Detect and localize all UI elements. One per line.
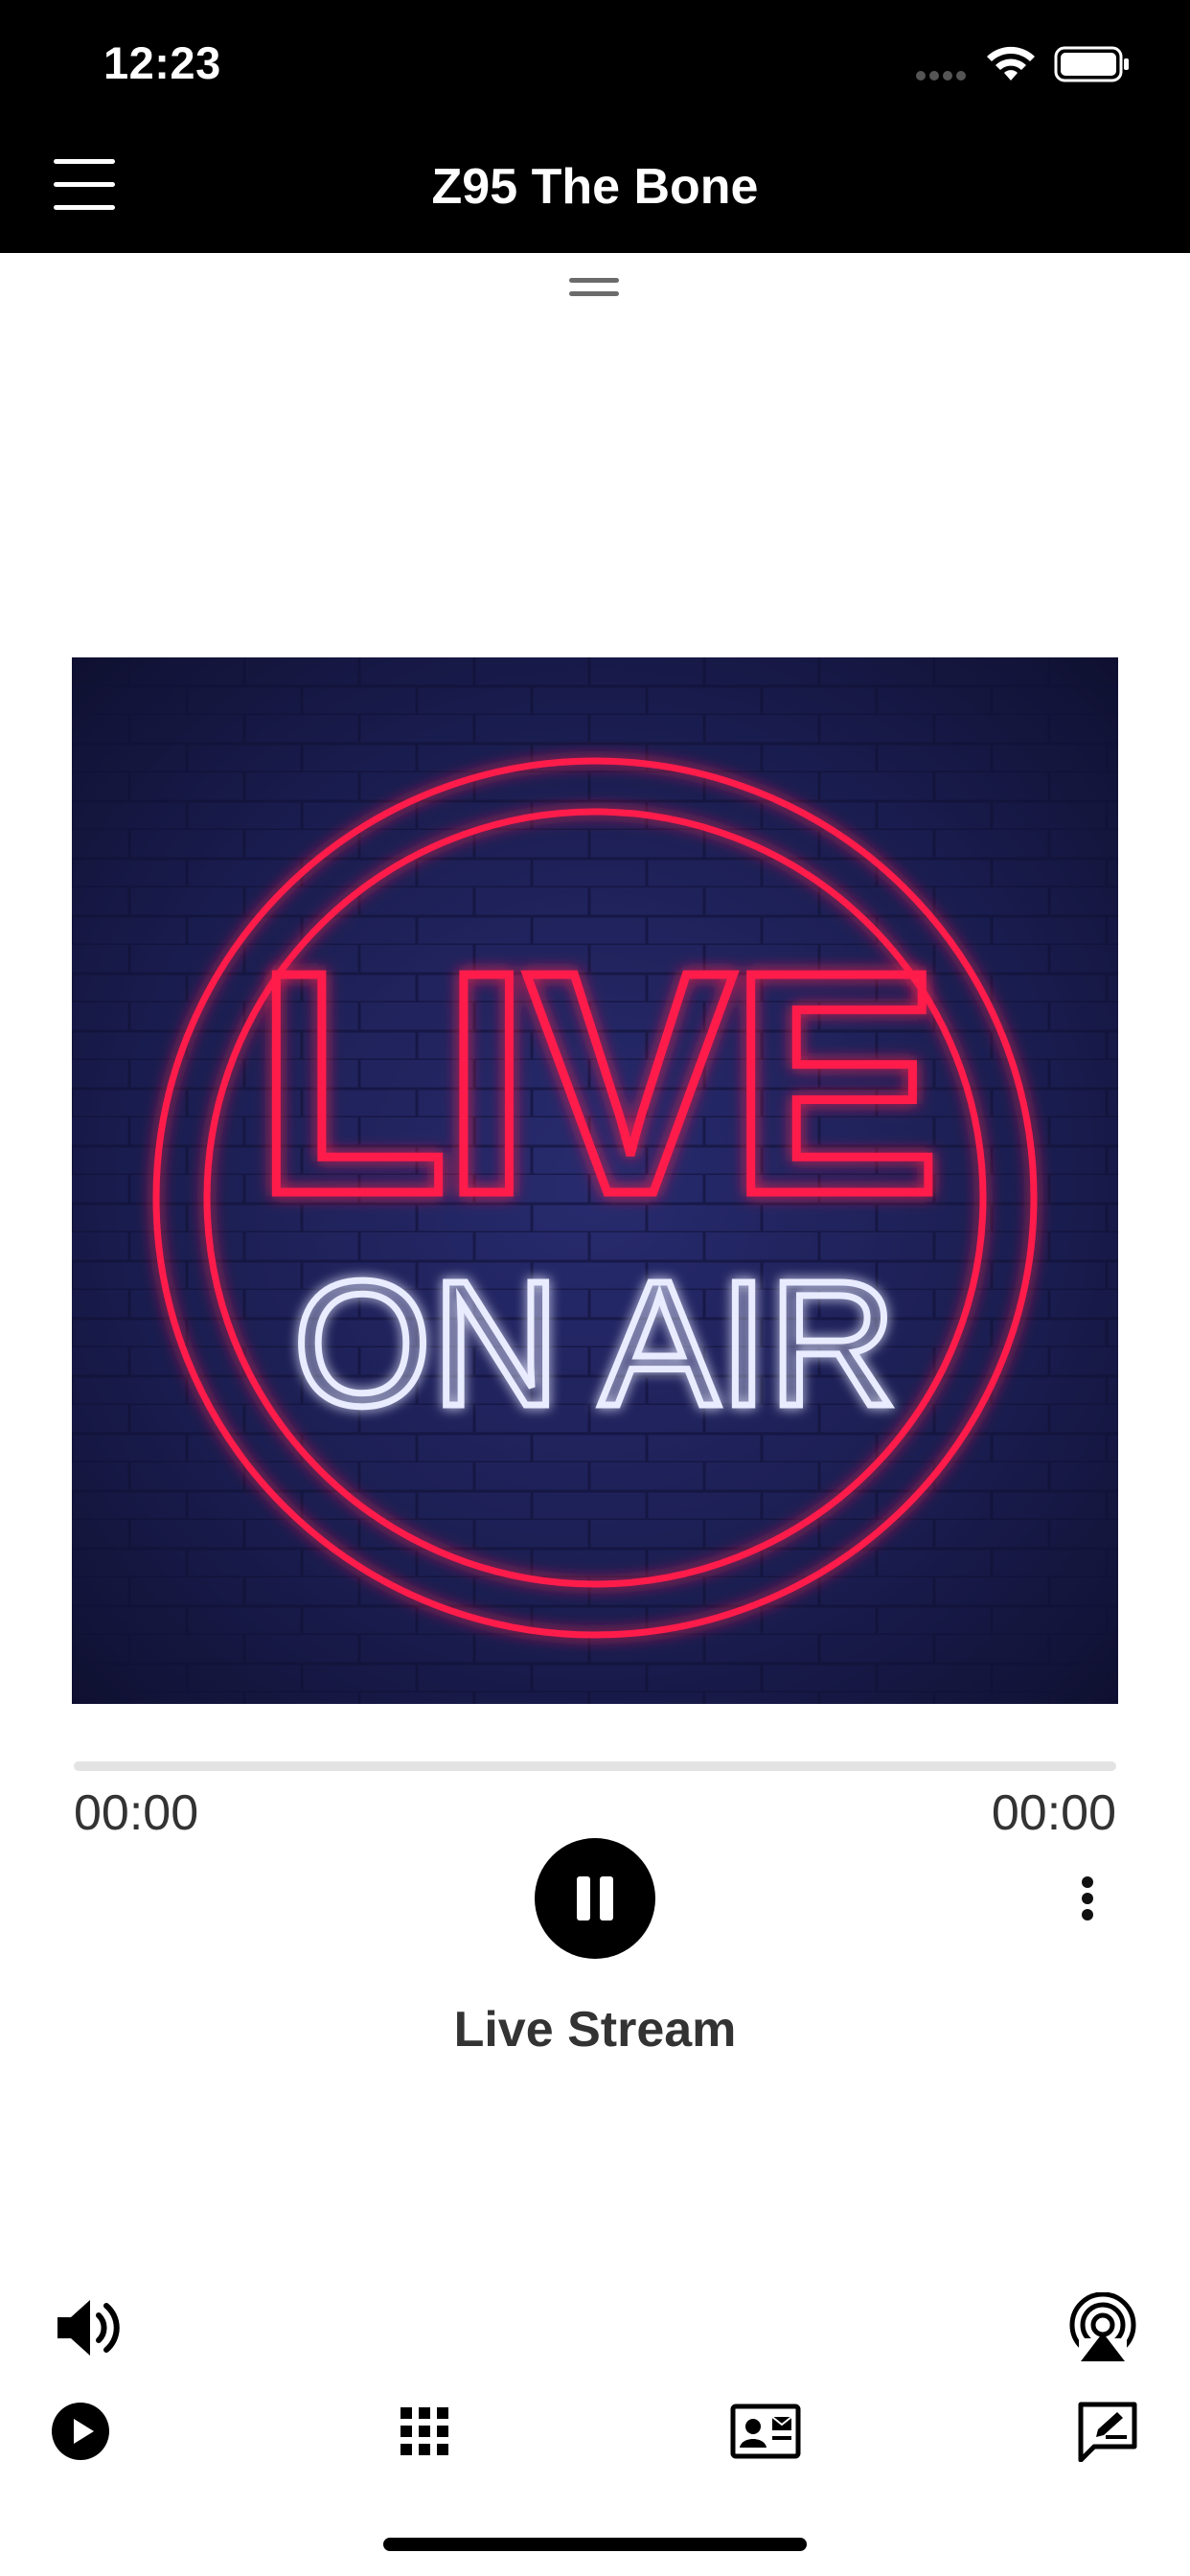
- elapsed-time: 00:00: [74, 1785, 199, 1841]
- wifi-icon: [987, 46, 1035, 80]
- progress-track[interactable]: [74, 1761, 1116, 1771]
- status-time: 12:23: [103, 37, 221, 88]
- svg-text:ON AIR: ON AIR: [293, 1245, 897, 1443]
- on-air-text: ON AIR: [289, 1242, 900, 1447]
- contact-card-icon[interactable]: [730, 2404, 801, 2459]
- duration-time: 00:00: [991, 1785, 1116, 1841]
- cellular-signal-icon: [916, 71, 966, 80]
- battery-icon: [1054, 46, 1129, 82]
- volume-icon[interactable]: [54, 2292, 125, 2363]
- stream-title: Live Stream: [453, 2002, 737, 2058]
- page-title: Z95 The Bone: [431, 159, 759, 215]
- airplay-icon[interactable]: [1065, 2292, 1140, 2363]
- message-edit-icon[interactable]: [1077, 2401, 1138, 2462]
- pause-button[interactable]: [535, 1838, 655, 1959]
- live-text: LIVE: [251, 902, 945, 1264]
- play-icon[interactable]: [50, 2401, 111, 2462]
- grabber-handle-icon[interactable]: [569, 274, 621, 301]
- more-vertical-icon[interactable]: [1073, 1874, 1102, 1922]
- pause-icon: [577, 1876, 613, 1920]
- grid-icon[interactable]: [400, 2407, 448, 2455]
- home-indicator[interactable]: [383, 2538, 807, 2551]
- album-artwork: LIVE ON AIR: [72, 657, 1118, 1704]
- svg-text:LIVE: LIVE: [255, 906, 934, 1259]
